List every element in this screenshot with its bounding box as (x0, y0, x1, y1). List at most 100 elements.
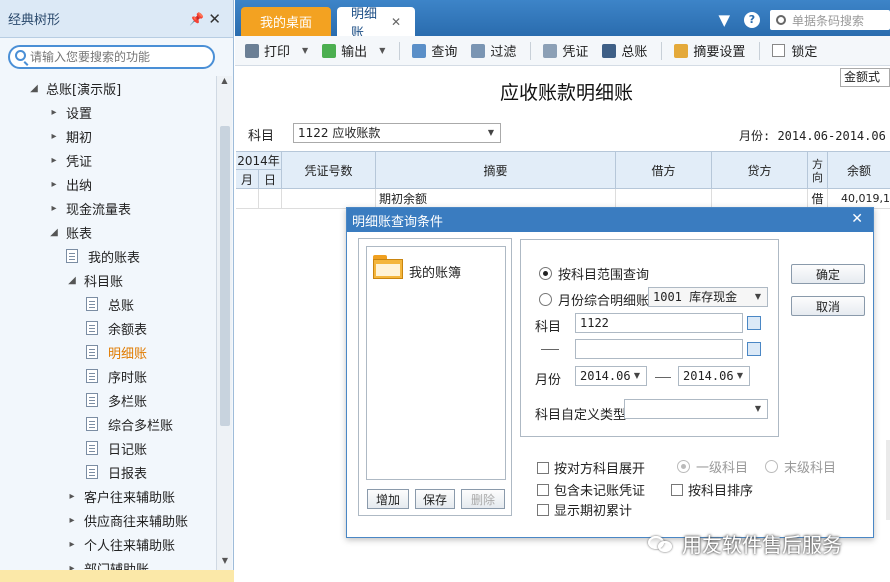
tree-item[interactable]: ▸ 个人往来辅助账 (0, 532, 216, 556)
radio-icon[interactable] (677, 460, 690, 473)
col-balance[interactable]: 余额 (828, 152, 890, 189)
add-button[interactable]: 增加 (367, 489, 409, 509)
tree-item[interactable]: ▸ 设置 (0, 100, 216, 124)
last-level-option[interactable]: 末级科目 (765, 457, 836, 476)
my-books-item[interactable]: 我的账簿 (409, 262, 461, 281)
tree-item[interactable]: 日记账 (0, 436, 216, 460)
scroll-thumb[interactable] (220, 126, 230, 426)
pin-icon[interactable]: 📌 (189, 12, 204, 26)
expanded-arrow-icon[interactable]: ◢ (28, 83, 40, 94)
level1-option[interactable]: 一级科目 (677, 457, 748, 476)
collapsed-arrow-icon[interactable]: ▸ (66, 491, 78, 502)
collapsed-arrow-icon[interactable]: ▸ (66, 539, 78, 550)
month-to-select[interactable]: 2014.06 ▼ (678, 366, 750, 386)
tree-item[interactable]: ◢ 总账[演示版] (0, 76, 216, 100)
chevron-down-icon[interactable]: ▼ (755, 288, 761, 306)
chevron-down-icon[interactable]: ▼ (488, 124, 494, 142)
collapsed-arrow-icon[interactable]: ▸ (48, 155, 60, 166)
tree-item[interactable]: 明细账 (0, 340, 216, 364)
checkbox-icon[interactable] (537, 503, 549, 516)
subject-from-input[interactable]: 1122 (575, 313, 743, 333)
tree-item[interactable]: 序时账 (0, 364, 216, 388)
radio-monthly-option[interactable]: 月份综合明细账 (539, 290, 649, 309)
delete-button[interactable]: 删除 (461, 489, 505, 509)
subject-to-input[interactable] (575, 339, 743, 359)
tree-item[interactable]: ▸ 出纳 (0, 172, 216, 196)
chevron-down-icon[interactable]: ▼ (755, 400, 761, 418)
collapsed-arrow-icon[interactable]: ▸ (48, 203, 60, 214)
query-button[interactable]: 查询 (412, 41, 457, 60)
voucher-button[interactable]: 凭证 (543, 41, 588, 60)
collapsed-arrow-icon[interactable]: ▸ (48, 179, 60, 190)
saved-conditions-list[interactable]: 我的账簿 (366, 246, 506, 480)
tree-item[interactable]: 总账 (0, 292, 216, 316)
col-credit[interactable]: 贷方 (712, 152, 808, 189)
collapsed-arrow-icon[interactable]: ▸ (48, 131, 60, 142)
function-search-box[interactable] (8, 45, 215, 69)
close-icon[interactable]: ✕ (208, 10, 221, 28)
collapsed-arrow-icon[interactable]: ▸ (66, 563, 78, 571)
scroll-down-icon[interactable]: ▼ (217, 556, 233, 570)
tree-item[interactable]: ▸ 凭证 (0, 148, 216, 172)
col-debit[interactable]: 借方 (616, 152, 712, 189)
business-work-bar[interactable] (0, 570, 234, 582)
checkbox-icon[interactable] (537, 461, 549, 474)
month-from-select[interactable]: 2014.06 ▼ (575, 366, 647, 386)
tree-item[interactable]: ▸ 期初 (0, 124, 216, 148)
radio-icon[interactable] (765, 460, 778, 473)
radio-selected-icon[interactable] (539, 267, 552, 280)
radio-icon[interactable] (539, 293, 552, 306)
subject-picker-icon[interactable] (747, 316, 761, 330)
filter-button[interactable]: 过滤 (471, 41, 516, 60)
ledger-button[interactable]: 总账 (602, 41, 647, 60)
expanded-arrow-icon[interactable]: ◢ (66, 275, 78, 286)
tree-item[interactable]: ▸ 部门辅助账 (0, 556, 216, 571)
function-search-input[interactable] (30, 50, 210, 64)
table-row[interactable]: 期初余额 借 40,019,1 (236, 189, 890, 209)
ok-button[interactable]: 确定 (791, 264, 865, 284)
tree-scrollbar[interactable]: ▲ ▼ (216, 76, 232, 570)
print-button[interactable]: 打印 ▼ (245, 41, 308, 60)
tree-item[interactable]: 余额表 (0, 316, 216, 340)
checkbox-icon[interactable] (537, 483, 549, 496)
format-select[interactable]: 金额式 (840, 68, 890, 87)
tree-item[interactable]: ◢ 账表 (0, 220, 216, 244)
custom-type-select[interactable]: ▼ (624, 399, 768, 419)
show-opening-checkbox[interactable]: 显示期初累计 (537, 500, 632, 519)
save-button[interactable]: 保存 (415, 489, 455, 509)
sort-by-subject-checkbox[interactable]: 按科目排序 (671, 480, 753, 499)
close-icon[interactable]: ✕ (851, 211, 863, 227)
tree-item[interactable]: 日报表 (0, 460, 216, 484)
barcode-search-input[interactable]: 单据条码搜索 (770, 10, 890, 30)
col-summary[interactable]: 摘要 (376, 152, 616, 189)
chevron-down-icon[interactable]: ▼ (718, 11, 730, 29)
subject-select[interactable]: 1122 应收账款 ▼ (293, 123, 501, 143)
chevron-down-icon[interactable]: ▼ (634, 367, 640, 385)
collapsed-arrow-icon[interactable]: ▸ (48, 107, 60, 118)
chevron-down-icon[interactable]: ▼ (379, 46, 385, 55)
lock-checkbox[interactable]: 锁定 (772, 41, 817, 60)
collapsed-arrow-icon[interactable]: ▸ (66, 515, 78, 526)
tree-item[interactable]: ▸ 现金流量表 (0, 196, 216, 220)
summary-settings-button[interactable]: 摘要设置 (674, 41, 745, 60)
checkbox-icon[interactable] (671, 483, 683, 496)
tree-item[interactable]: 多栏账 (0, 388, 216, 412)
col-voucher-no[interactable]: 凭证号数 (282, 152, 376, 189)
tree-item[interactable]: ▸ 客户往来辅助账 (0, 484, 216, 508)
chevron-down-icon[interactable]: ▼ (302, 46, 308, 55)
col-direction[interactable]: 方向 (808, 152, 828, 189)
chevron-down-icon[interactable]: ▼ (737, 367, 743, 385)
expanded-arrow-icon[interactable]: ◢ (48, 227, 60, 238)
tree-item[interactable]: ▸ 供应商往来辅助账 (0, 508, 216, 532)
dialog-titlebar[interactable]: 明细账查询条件 ✕ (347, 208, 873, 232)
tree-item[interactable]: 综合多栏账 (0, 412, 216, 436)
tab-my-desktop[interactable]: 我的桌面 (241, 7, 331, 36)
expand-by-counter-subject-checkbox[interactable]: 按对方科目展开 (537, 458, 645, 477)
export-button[interactable]: 输出 ▼ (322, 41, 385, 60)
cancel-button[interactable]: 取消 (791, 296, 865, 316)
tab-detail-ledger[interactable]: 明细账 ✕ (337, 7, 415, 41)
help-icon[interactable]: ? (744, 12, 760, 28)
checkbox-icon[interactable] (772, 44, 786, 57)
close-tab-icon[interactable]: ✕ (391, 15, 401, 29)
radio-range-option[interactable]: 按科目范围查询 (539, 264, 649, 283)
